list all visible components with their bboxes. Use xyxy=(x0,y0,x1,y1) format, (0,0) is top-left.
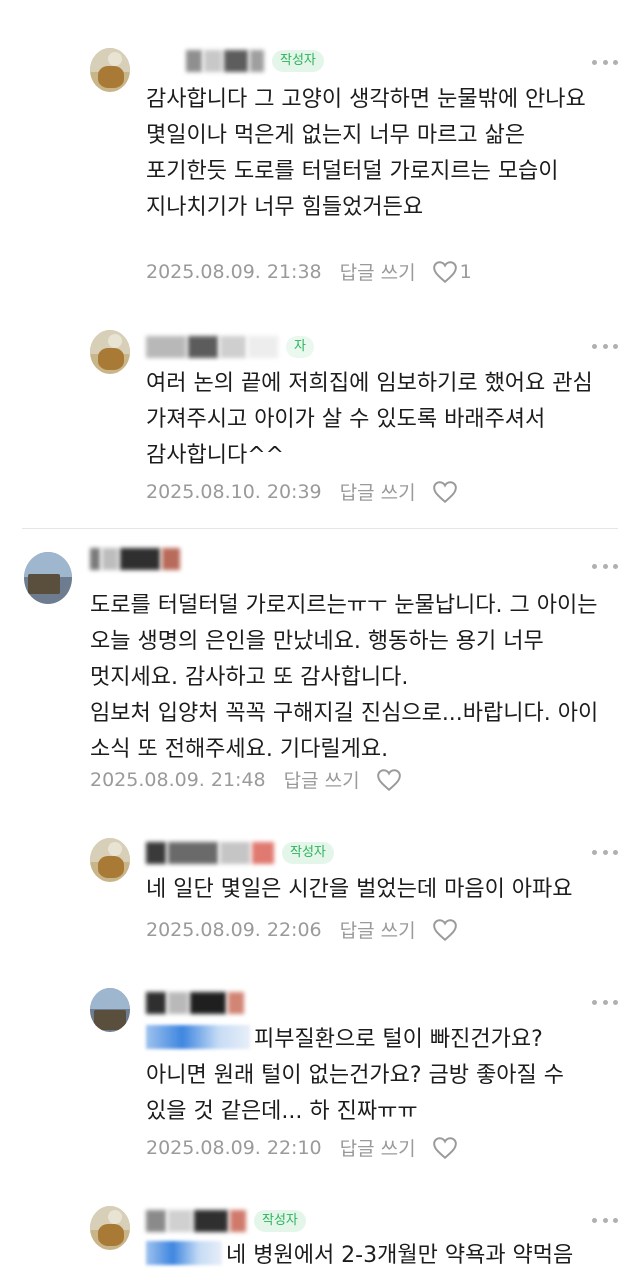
heart-icon xyxy=(432,1136,457,1159)
reply-button[interactable]: 답글 쓰기 xyxy=(284,766,360,793)
more-options-icon[interactable] xyxy=(592,58,618,66)
like-button[interactable]: 1 xyxy=(432,260,472,284)
like-button[interactable] xyxy=(432,480,458,504)
comment-text-line1: 피부질환으로 털이 빠진건가요? xyxy=(254,1027,543,1052)
reply-button[interactable]: 답글 쓰기 xyxy=(340,1134,416,1161)
like-button[interactable] xyxy=(376,768,402,792)
avatar[interactable] xyxy=(90,988,130,1032)
comment-text-line1: 네 병원에서 2-3개월만 약욕과 약먹음 xyxy=(226,1243,574,1268)
mention-redacted[interactable] xyxy=(146,1025,250,1049)
heart-icon xyxy=(432,918,457,941)
more-options-icon[interactable] xyxy=(592,1216,618,1224)
heart-icon xyxy=(432,260,457,283)
username-redacted[interactable] xyxy=(90,546,182,572)
comment-text-rest: 아니면 원래 털이 없는건가요? 금방 좋아질 수 있을 것 같은데... 하 … xyxy=(146,1063,564,1124)
avatar[interactable] xyxy=(90,330,130,374)
like-count: 1 xyxy=(459,260,472,283)
author-badge: 자 xyxy=(286,336,314,358)
comment-text: 피부질환으로 털이 빠진건가요? 아니면 원래 털이 없는건가요? 금방 좋아질… xyxy=(146,1022,564,1130)
like-button[interactable] xyxy=(432,918,458,942)
username-redacted[interactable]: 작성자 xyxy=(146,840,334,866)
comment-text: 감사합니다 그 고양이 생각하면 눈물밖에 안나요 몇일이나 먹은게 없는지 너… xyxy=(146,87,586,220)
mention-redacted[interactable] xyxy=(146,1241,222,1265)
divider xyxy=(22,528,618,529)
comment-meta: 2025.08.09. 22:06 답글 쓰기 xyxy=(146,916,458,943)
username-redacted[interactable]: 자 xyxy=(146,334,314,360)
avatar[interactable] xyxy=(90,838,130,882)
comment-meta: 2025.08.09. 22:10 답글 쓰기 xyxy=(146,1134,458,1161)
reply-button[interactable]: 답글 쓰기 xyxy=(340,916,416,943)
more-options-icon[interactable] xyxy=(592,342,618,350)
comment-date: 2025.08.09. 22:06 xyxy=(146,918,322,941)
username-redacted[interactable]: 작성자 xyxy=(146,1208,306,1234)
author-badge: 작성자 xyxy=(272,50,324,72)
comment-meta: 2025.08.10. 20:39 답글 쓰기 xyxy=(146,478,458,505)
comment-date: 2025.08.09. 21:48 xyxy=(90,768,266,791)
reply-button[interactable]: 답글 쓰기 xyxy=(340,258,416,285)
avatar[interactable] xyxy=(24,552,72,604)
username-redacted[interactable] xyxy=(146,990,246,1016)
reply-button[interactable]: 답글 쓰기 xyxy=(340,478,416,505)
more-options-icon[interactable] xyxy=(592,998,618,1006)
comment-text: 네 일단 몇일은 시간을 벌었는데 마음이 아파요 xyxy=(146,877,573,902)
more-options-icon[interactable] xyxy=(592,848,618,856)
username-redacted[interactable]: 작성자 xyxy=(186,48,324,74)
avatar[interactable] xyxy=(90,1206,130,1250)
comment-date: 2025.08.09. 21:38 xyxy=(146,260,322,283)
comment-date: 2025.08.09. 22:10 xyxy=(146,1136,322,1159)
author-badge: 작성자 xyxy=(254,1210,306,1232)
comment-text: 여러 논의 끝에 저희집에 임보하기로 했어요 관심 가져주시고 아이가 살 수… xyxy=(146,371,593,468)
comment-meta: 2025.08.09. 21:48 답글 쓰기 xyxy=(90,766,402,793)
comment-text: 도로를 터덜터덜 가로지르는ㅠㅜ 눈물납니다. 그 아이는 오늘 생명의 은인을… xyxy=(90,593,599,762)
comment-meta: 2025.08.09. 21:38 답글 쓰기 1 xyxy=(146,258,472,285)
avatar[interactable] xyxy=(90,48,130,92)
more-options-icon[interactable] xyxy=(592,562,618,570)
heart-icon xyxy=(376,768,401,791)
author-badge: 작성자 xyxy=(282,842,334,864)
comment-text: 네 병원에서 2-3개월만 약욕과 약먹음 xyxy=(146,1238,573,1274)
like-button[interactable] xyxy=(432,1136,458,1160)
heart-icon xyxy=(432,480,457,503)
comment-date: 2025.08.10. 20:39 xyxy=(146,480,322,503)
